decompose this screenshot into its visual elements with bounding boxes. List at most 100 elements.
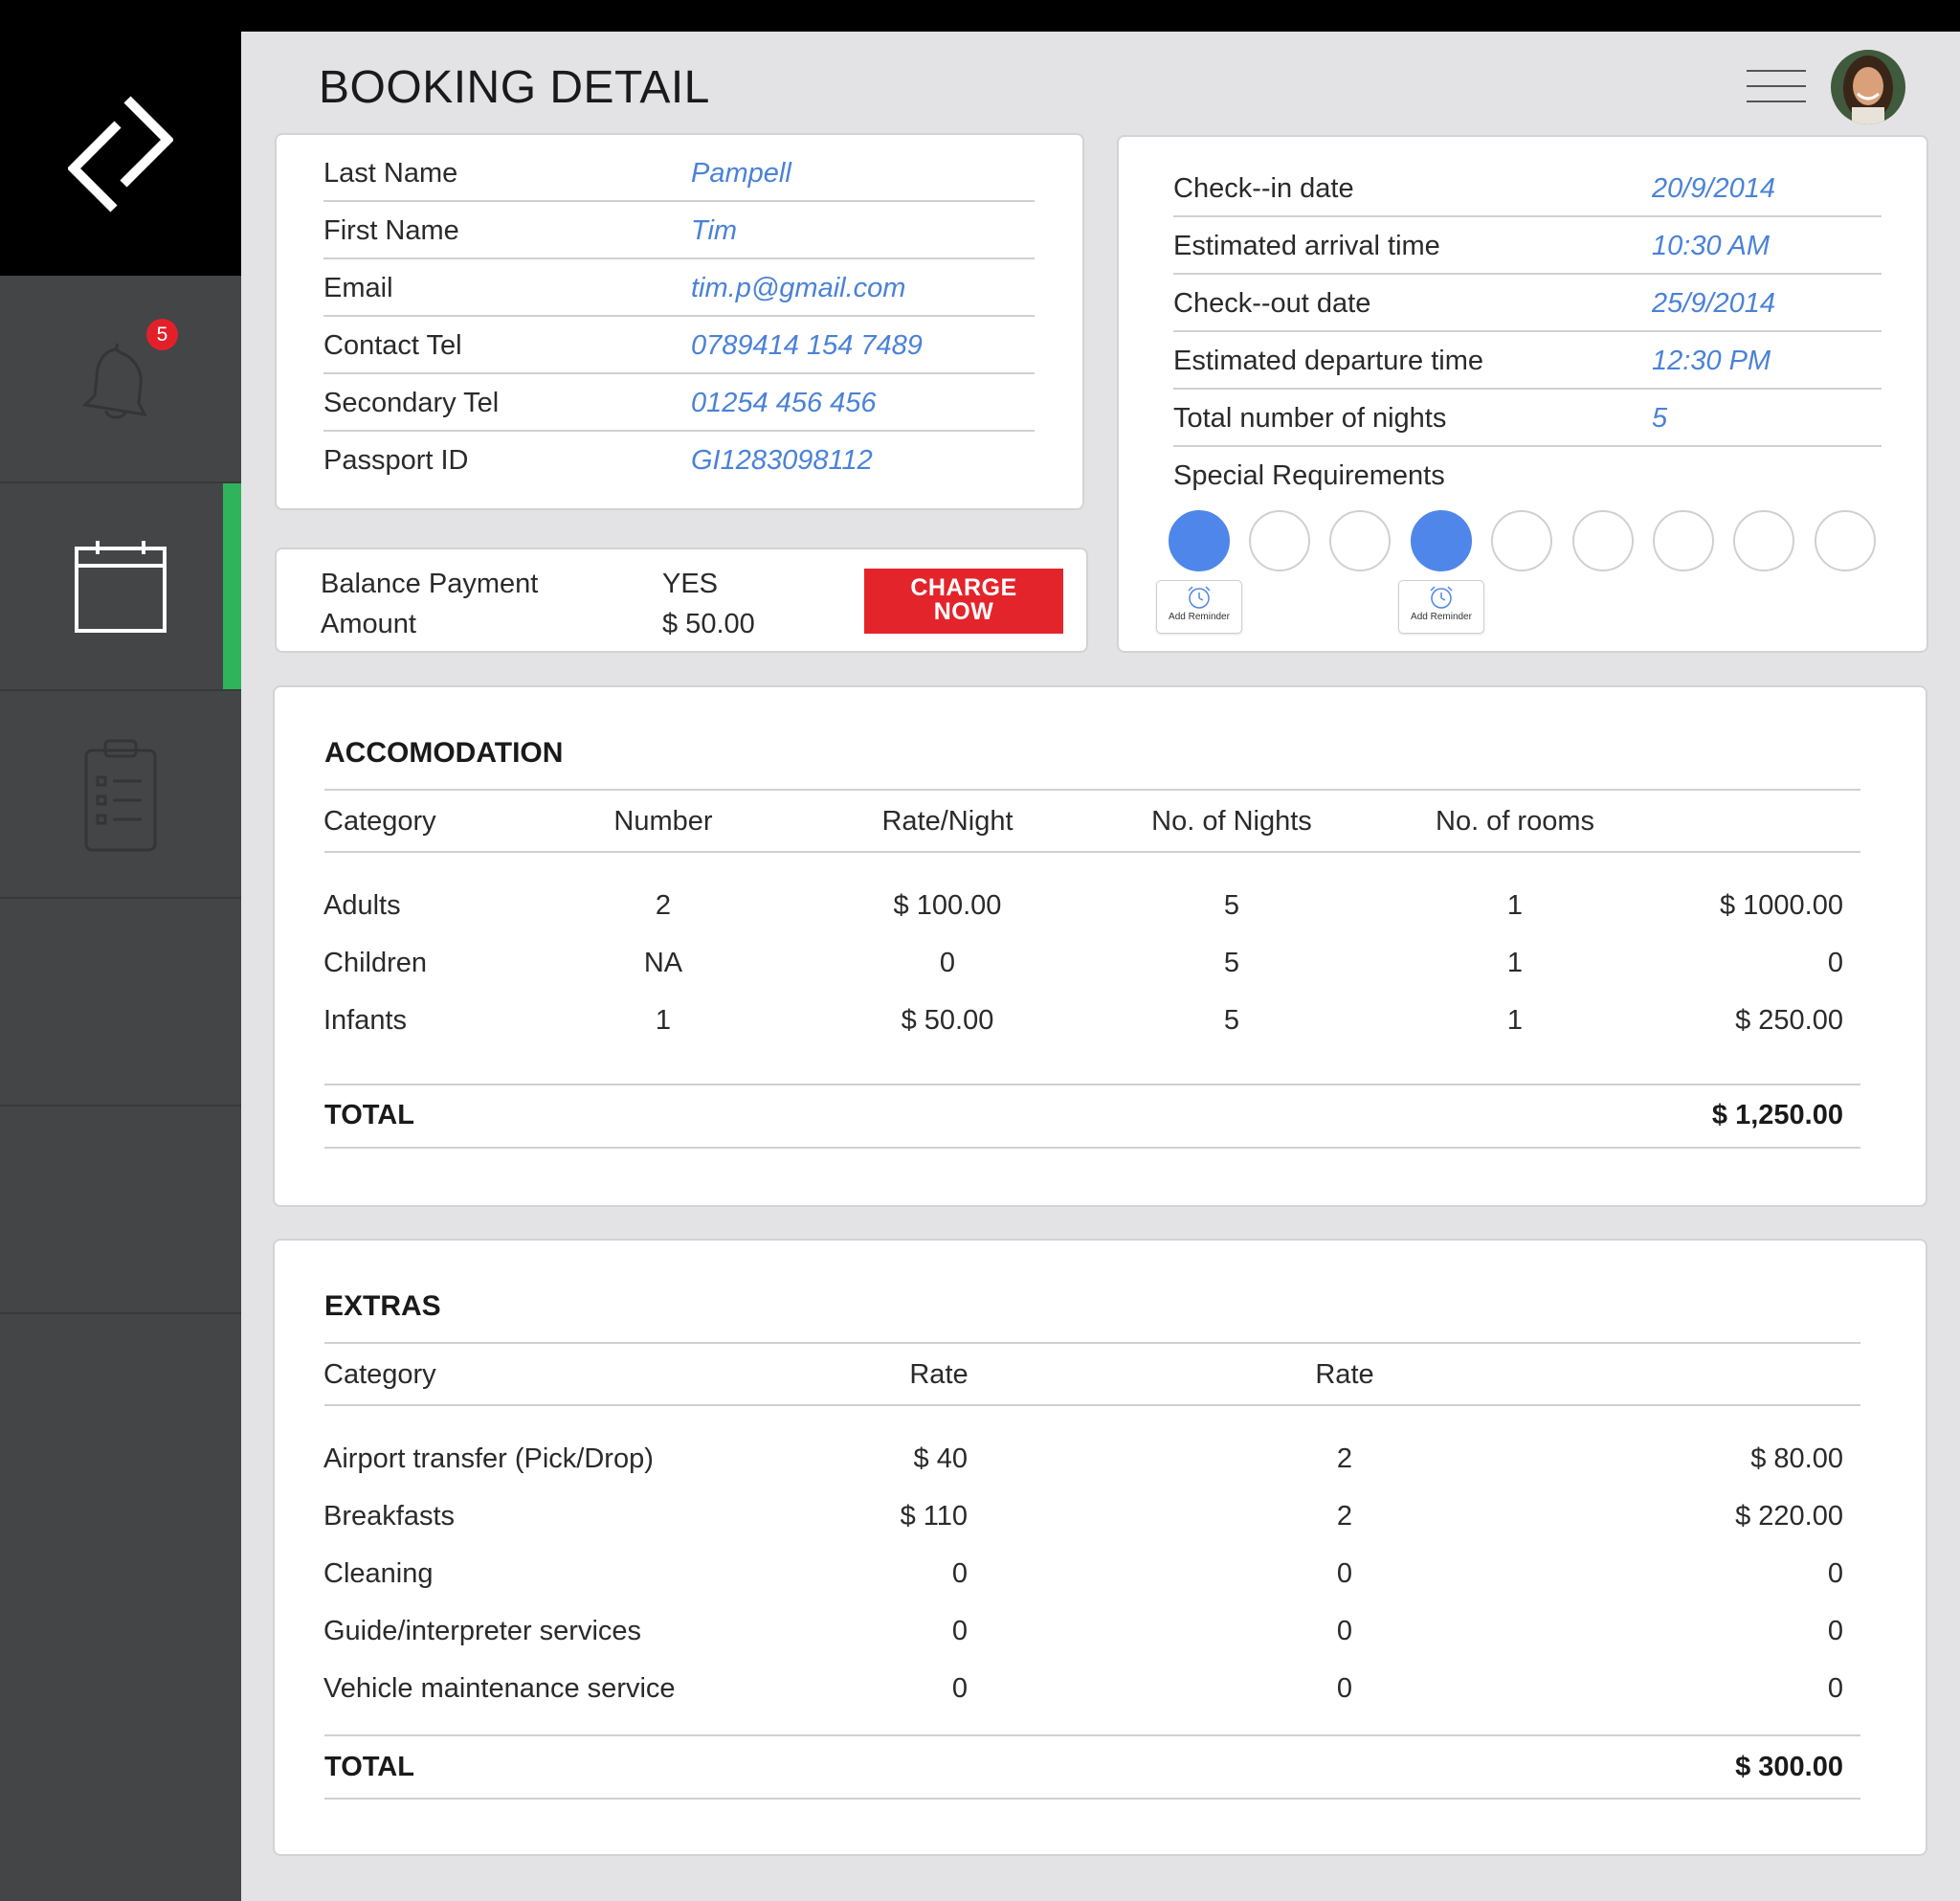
field-value: Tim [691,215,738,246]
stay-row: Check--out date 25/9/2014 [1173,275,1882,332]
guest-row: Contact Tel 0789414 154 7489 [323,317,1035,374]
active-indicator [223,483,241,689]
table-cell: 0 [1336,1616,1353,1646]
avatar[interactable] [1831,50,1905,124]
table-cell: Airport transfer (Pick/Drop) [323,1443,654,1474]
field-label: Contact Tel [323,330,462,361]
table-cell: 0 [1336,1673,1353,1704]
table-cell: Infants [323,1005,408,1036]
extras-total-label: TOTAL [324,1752,414,1782]
clipboard-icon [84,739,157,851]
sidebar-item-notifications[interactable] [0,276,241,483]
charge-button-line2: NOW [933,598,994,625]
field-label: Last Name [323,158,458,189]
stay-row: Check--in date 20/9/2014 [1173,160,1882,217]
table-cell: $ 1000.00 [1719,890,1843,921]
stay-row: Estimated departure time 12:30 PM [1173,332,1882,390]
calendar-icon [75,540,167,633]
alarm-clock-icon [1430,586,1453,609]
column-header: No. of Nights [1151,806,1312,837]
notification-badge: 5 [146,319,178,350]
divider [324,851,1860,853]
table-cell: $ 250.00 [1735,1005,1843,1036]
guest-row: First Name Tim [323,202,1035,259]
special-requirements-label: Special Requirements [1173,460,1445,491]
requirement-toggle-8[interactable] [1733,510,1794,571]
field-label: Total number of nights [1173,403,1447,434]
column-header: Category [323,1359,436,1390]
requirement-toggle-6[interactable] [1572,510,1634,571]
divider [324,1404,1860,1406]
requirement-toggle-7[interactable] [1653,510,1714,571]
table-cell: NA [643,948,683,978]
hamburger-menu-icon[interactable] [1747,69,1806,103]
table-cell: 0 [1827,948,1843,978]
logo-icon [68,95,173,212]
table-cell: 2 [655,890,672,921]
table-cell: 1 [1506,948,1524,978]
divider [324,1734,1860,1736]
add-reminder-button[interactable]: Add Reminder [1398,580,1484,634]
field-value: 01254 456 456 [691,388,877,418]
field-value: tim.p@gmail.com [691,273,906,303]
column-header: No. of rooms [1436,806,1594,837]
table-cell: 2 [1336,1501,1353,1532]
add-reminder-label: Add Reminder [1169,612,1230,622]
table-cell: 1 [655,1005,672,1036]
field-value: 20/9/2014 [1652,173,1776,204]
sidebar-item-calendar[interactable] [0,483,241,691]
column-header: Rate [1315,1359,1374,1390]
sidebar-item-empty-1 [0,899,241,1107]
table-cell: Vehicle maintenance service [323,1673,676,1704]
requirement-toggle-1[interactable] [1169,510,1230,571]
table-cell: 1 [1506,1005,1524,1036]
stay-row: Estimated arrival time 10:30 AM [1173,217,1882,275]
sidebar-item-empty-2 [0,1107,241,1314]
table-cell: 5 [1223,948,1240,978]
user-avatar-icon [1831,50,1905,124]
column-header: Number [613,806,713,837]
divider [324,1084,1860,1085]
table-cell: 0 [939,948,956,978]
amount-label: Amount [321,609,416,639]
requirement-toggle-3[interactable] [1329,510,1391,571]
guest-row: Secondary Tel 01254 456 456 [323,374,1035,432]
field-label: Estimated departure time [1173,346,1483,376]
accommodation-total-label: TOTAL [324,1100,414,1130]
top-bar [0,0,1960,32]
amount-value: $ 50.00 [662,609,755,639]
guest-row: Passport ID GI1283098112 [323,432,1035,489]
balance-payment-value: YES [662,569,719,599]
charge-now-button[interactable]: CHARGE NOW [864,569,1063,634]
requirement-toggle-5[interactable] [1491,510,1552,571]
accommodation-title: ACCOMODATION [324,737,564,769]
add-reminder-button[interactable]: Add Reminder [1156,580,1242,634]
requirement-toggle-9[interactable] [1815,510,1876,571]
table-cell: 2 [1336,1443,1353,1474]
extras-card: EXTRAS Category Rate Rate Airport transf… [273,1239,1927,1856]
guest-row: Email tim.p@gmail.com [323,259,1035,317]
table-cell: $ 80.00 [1750,1443,1843,1474]
balance-payment-label: Balance Payment [321,569,539,599]
table-cell: Adults [323,890,401,921]
divider [324,1342,1860,1344]
table-cell: 0 [1827,1616,1843,1646]
table-cell: $ 50.00 [901,1005,994,1036]
table-cell: $ 110 [900,1501,968,1532]
table-cell: 0 [951,1673,968,1704]
requirement-toggle-2[interactable] [1249,510,1310,571]
table-cell: Guide/interpreter services [323,1616,642,1646]
divider [324,1798,1860,1800]
app-logo[interactable] [0,32,241,276]
requirement-toggle-4[interactable] [1411,510,1472,571]
table-cell: Breakfasts [323,1501,455,1532]
column-header: Category [323,806,436,837]
field-label: Secondary Tel [323,388,500,418]
table-cell: 0 [1827,1558,1843,1589]
extras-total-value: $ 300.00 [1735,1752,1843,1782]
sidebar-item-checklist[interactable] [0,691,241,899]
field-label: Check--out date [1173,288,1371,319]
field-label: Check--in date [1173,173,1354,204]
field-value: 5 [1652,403,1668,434]
accommodation-total-value: $ 1,250.00 [1711,1100,1843,1130]
